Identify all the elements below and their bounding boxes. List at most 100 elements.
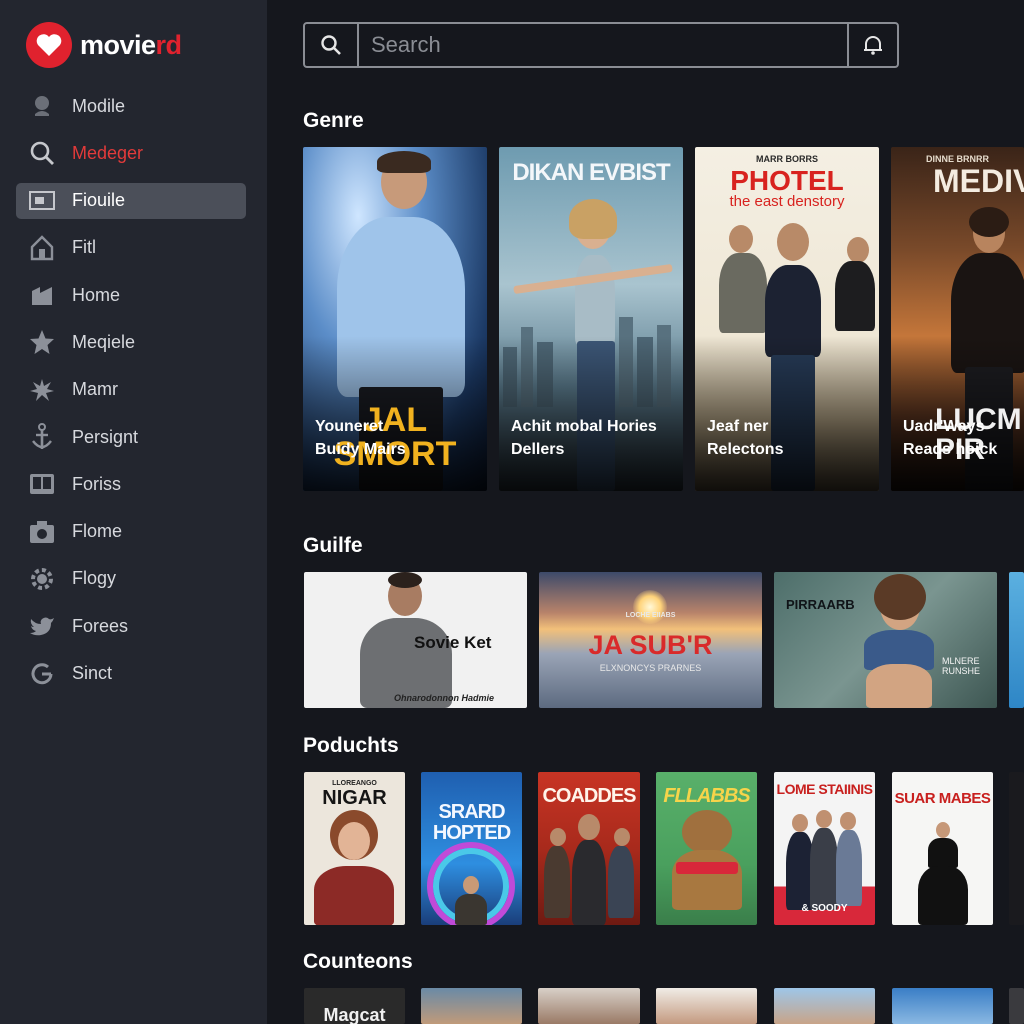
sidebar-item-foriss[interactable]: Foriss <box>16 466 246 502</box>
user-icon <box>28 92 56 120</box>
heart-logo-icon <box>26 22 72 68</box>
burst-icon <box>28 376 56 404</box>
counteons-card[interactable] <box>656 988 757 1024</box>
sidebar-item-home[interactable]: Home <box>16 277 246 313</box>
poster-title: COADDES <box>542 785 636 807</box>
poster-title: SUAR MABES <box>894 790 991 807</box>
product-card[interactable]: SRARD HOPTED <box>421 772 522 925</box>
sidebar-item-label: Modile <box>72 95 126 116</box>
sidebar-item-label: Persignt <box>72 426 139 447</box>
refresh-icon <box>28 660 56 688</box>
product-card[interactable]: LOME STAIINIS & SOODY <box>774 772 875 925</box>
section-title-genre: Genre <box>303 109 364 132</box>
genre-card[interactable]: MARR BORRS PHOTEL the east denstory Jeaf… <box>695 147 879 491</box>
bell-icon <box>864 36 882 55</box>
sidebar-item-sinct[interactable]: Sinct <box>16 656 246 692</box>
bird-icon <box>28 612 56 640</box>
sidebar-item-label: Home <box>72 284 121 305</box>
poster-figure <box>918 822 968 925</box>
monitor-icon <box>28 187 56 215</box>
sidebar-item-label: Sinct <box>72 663 113 684</box>
poster-title: JA SUB'R <box>588 630 713 660</box>
product-card[interactable]: COADDES <box>538 772 640 925</box>
section-title-counteons: Counteons <box>303 950 413 973</box>
poster-art <box>538 988 640 1024</box>
counteons-card[interactable] <box>421 988 522 1024</box>
sidebar-item-flogy[interactable]: Flogy <box>16 561 246 597</box>
sidebar-item-fitl[interactable]: Fitl <box>16 230 246 266</box>
camera-icon <box>28 518 56 546</box>
poster-art <box>1009 572 1024 708</box>
counteons-card[interactable] <box>538 988 640 1024</box>
section-title-poduchts: Poduchts <box>303 734 399 757</box>
sidebar-nav: Modile Medeger Fiouile Fitl Home Meqiele… <box>16 88 246 703</box>
sidebar: movierd Modile Medeger Fiouile Fitl Home… <box>0 0 267 1024</box>
poster-title: FLLABBS <box>663 785 750 807</box>
poster-figure <box>455 876 487 925</box>
poster-subtitle: the east denstory <box>729 193 845 210</box>
poster-art <box>656 988 757 1024</box>
search-input[interactable] <box>359 24 847 66</box>
poster-title: NIGAR <box>322 787 387 809</box>
sidebar-item-fiouile[interactable]: Fiouile <box>16 182 246 219</box>
counteons-card[interactable] <box>1009 988 1024 1024</box>
product-card[interactable]: SUAR MABES <box>892 772 993 925</box>
logo-text: movierd <box>80 29 182 60</box>
poster-figure <box>814 572 944 708</box>
search-icon <box>321 35 341 55</box>
poster-title: DIKAN EVBIST <box>512 159 670 186</box>
guilfe-card[interactable]: LOCHE EIIABS JA SUB'R ELXNONCYS PRARNES <box>539 572 762 708</box>
guilfe-card[interactable] <box>1009 572 1024 708</box>
poster-title: LOME STAIINIS <box>776 781 873 797</box>
sidebar-item-modile[interactable]: Modile <box>16 88 246 124</box>
poster-footer: Ohnarodonnon Hadmie <box>394 693 494 703</box>
book-icon <box>28 470 56 498</box>
poster-subtitle: MLNERE RUNSHE <box>942 656 981 676</box>
sidebar-item-label: Flome <box>72 521 123 542</box>
app-logo[interactable]: movierd <box>26 22 182 68</box>
counteons-card[interactable]: Magcat <box>304 988 405 1024</box>
sidebar-item-label: Mamr <box>72 379 118 400</box>
sidebar-item-mamr[interactable]: Mamr <box>16 372 246 408</box>
poster-figure <box>670 810 744 925</box>
sidebar-item-label: Foriss <box>72 473 121 494</box>
product-card[interactable] <box>1009 772 1024 925</box>
counteons-card[interactable] <box>892 988 993 1024</box>
search-icon <box>28 139 56 167</box>
guilfe-card[interactable]: PIRRAARB MLNERE RUNSHE <box>774 572 997 708</box>
sidebar-item-persignt[interactable]: Persignt <box>16 419 246 455</box>
sidebar-item-label: Meqiele <box>72 331 136 352</box>
sidebar-item-label: Flogy <box>72 568 117 589</box>
section-title-guilfe: Guilfe <box>303 534 363 557</box>
genre-card[interactable]: DINNE BRNRR MEDIV LUCM PIR Uadr'Ways Read… <box>891 147 1024 491</box>
sidebar-item-label: Medeger <box>72 142 144 163</box>
guilfe-card[interactable]: Sovie Ket Ohnarodonnon Hadmie <box>304 572 527 708</box>
card-caption: Jeaf ner Relectons <box>707 418 784 458</box>
poster-art <box>421 988 522 1024</box>
genre-card[interactable]: DIKAN EVBIST Achit mobal Hories Dellers <box>499 147 683 491</box>
genre-card[interactable]: JAL SMORT Youneret Buidy Mairs <box>303 147 487 491</box>
poster-footer: & SOODY <box>801 903 848 914</box>
product-card[interactable]: LLOREANGO NIGAR <box>304 772 405 925</box>
poster-top-text: LOCHE EIIABS <box>625 612 676 619</box>
star-icon <box>28 328 56 356</box>
poster-top-text: MARR BORRS <box>756 154 818 164</box>
poster-title: Sovie Ket <box>414 633 492 652</box>
sidebar-item-label: Fitl <box>72 237 96 258</box>
counteons-card[interactable] <box>774 988 875 1024</box>
sidebar-item-forees[interactable]: Forees <box>16 608 246 644</box>
film-icon <box>28 281 56 309</box>
poster-title: SRARD HOPTED <box>432 801 511 844</box>
sidebar-item-flome[interactable]: Flome <box>16 514 246 550</box>
card-caption: Achit mobal Hories Dellers <box>511 418 657 458</box>
poster-title: PIRRAARB <box>786 597 855 612</box>
poster-art <box>892 988 993 1024</box>
product-card[interactable]: FLLABBS <box>656 772 757 925</box>
notifications-button[interactable] <box>847 24 897 66</box>
anchor-icon <box>28 423 56 451</box>
sidebar-item-medeger[interactable]: Medeger <box>16 135 246 171</box>
search-button[interactable] <box>305 24 359 66</box>
sidebar-item-meqiele[interactable]: Meqiele <box>16 324 246 360</box>
poster-art <box>1009 772 1024 925</box>
search-bar <box>303 22 899 68</box>
